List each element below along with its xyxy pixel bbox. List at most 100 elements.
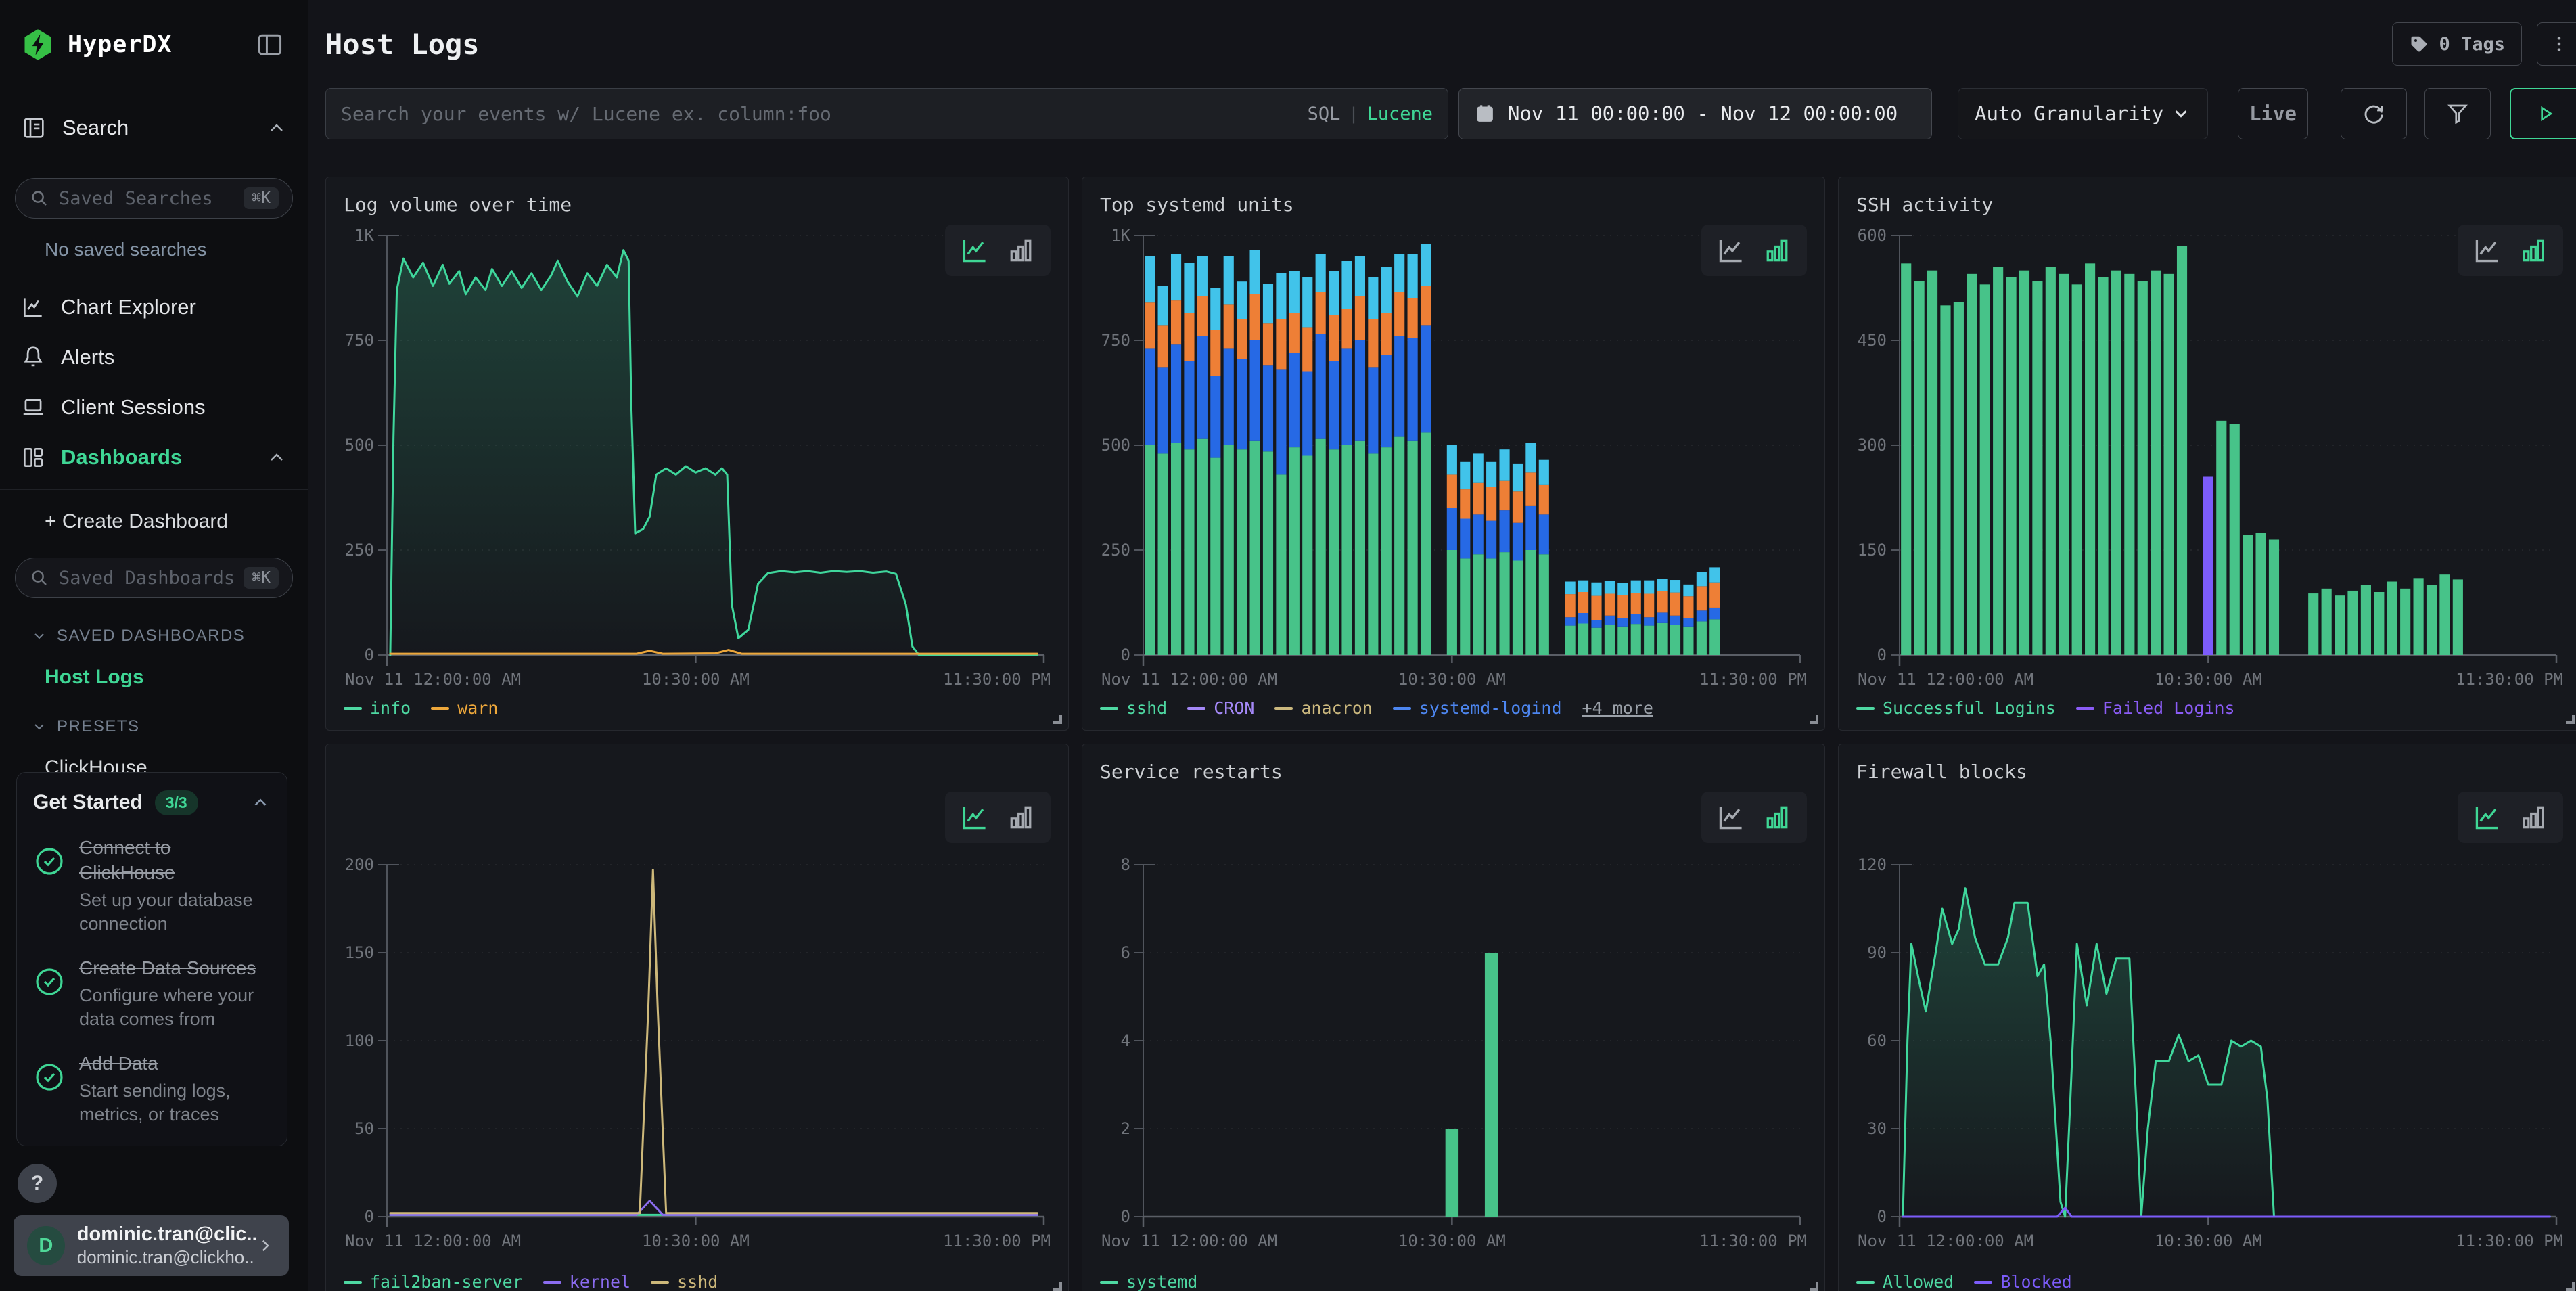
legend-item[interactable]: sshd <box>1100 698 1167 718</box>
saved-dashboards-input-wrap[interactable]: ⌘K <box>15 558 293 598</box>
line-chart-icon[interactable] <box>960 802 990 832</box>
svg-text:750: 750 <box>1101 331 1130 350</box>
resize-handle-icon[interactable] <box>2566 1282 2575 1291</box>
sidebar-item-client-sessions[interactable]: Client Sessions <box>0 384 308 431</box>
checklist-item[interactable]: Create Data Sources Configure where your… <box>33 956 271 1031</box>
resize-handle-icon[interactable] <box>2566 715 2575 724</box>
section-presets[interactable]: PRESETS <box>31 717 308 736</box>
run-query-button[interactable] <box>2510 88 2576 139</box>
legend-item[interactable]: kernel <box>543 1272 630 1291</box>
legend-item[interactable]: Successful Logins <box>1856 698 2056 718</box>
get-started-header[interactable]: Get Started 3/3 <box>33 790 271 815</box>
sidebar-item-label: Client Sessions <box>61 395 206 420</box>
legend-label: fail2ban-server <box>370 1272 523 1291</box>
sidebar-item-alerts[interactable]: Alerts <box>0 334 308 381</box>
legend-item[interactable]: fail2ban-server <box>344 1272 523 1291</box>
date-range-value: Nov 11 00:00:00 - Nov 12 00:00:00 <box>1508 102 1898 125</box>
live-button[interactable]: Live <box>2238 88 2308 139</box>
svg-text:1K: 1K <box>354 226 374 245</box>
legend-item[interactable]: +4 more <box>1582 698 1653 718</box>
resize-handle-icon[interactable] <box>1810 1282 1818 1291</box>
legend-item[interactable]: Failed Logins <box>2076 698 2235 718</box>
section-saved-dashboards[interactable]: SAVED DASHBOARDS <box>31 627 308 646</box>
sidebar-item-search[interactable]: Search <box>0 104 308 152</box>
chart-view-toggle[interactable] <box>945 792 1051 843</box>
resize-handle-icon[interactable] <box>1053 1282 1062 1291</box>
bar-chart-icon[interactable] <box>1006 802 1036 832</box>
date-range-picker[interactable]: Nov 11 00:00:00 - Nov 12 00:00:00 <box>1458 88 1932 139</box>
more-options-button[interactable] <box>2537 22 2576 66</box>
resize-handle-icon[interactable] <box>1810 715 1818 724</box>
bar-chart-icon[interactable] <box>1762 802 1792 832</box>
legend-item[interactable]: Allowed <box>1856 1272 1954 1291</box>
saved-dashboards-input[interactable] <box>59 568 234 589</box>
chevron-up-icon <box>266 447 288 468</box>
line-chart-icon[interactable] <box>960 235 990 265</box>
sidebar-item-label: Search <box>62 116 129 140</box>
svg-text:10:30:00 AM: 10:30:00 AM <box>1398 1231 1506 1250</box>
sidebar-item-dashboards[interactable]: Dashboards <box>0 434 308 481</box>
legend-item[interactable]: Blocked <box>1974 1272 2071 1291</box>
line-chart-icon[interactable] <box>1716 235 1746 265</box>
legend-swatch <box>1856 1281 1874 1284</box>
chart-view-toggle[interactable] <box>1701 792 1807 843</box>
saved-searches-input[interactable] <box>59 188 234 209</box>
legend-item[interactable]: systemd <box>1100 1272 1197 1291</box>
collapse-panel-icon <box>255 30 285 60</box>
legend-swatch <box>543 1281 561 1284</box>
legend-swatch <box>344 707 362 710</box>
chart-plot: 1209060300Nov 11 12:00:00 AM10:30:00 AM1… <box>1856 790 2563 1264</box>
checklist-item[interactable]: Add Data Start sending logs, metrics, or… <box>33 1051 271 1127</box>
resize-handle-icon[interactable] <box>1053 715 1062 724</box>
chevron-right-icon <box>256 1236 275 1256</box>
help-button[interactable]: ? <box>18 1164 57 1203</box>
saved-searches-input-wrap[interactable]: ⌘K <box>15 178 293 219</box>
create-dashboard-button[interactable]: + Create Dashboard <box>45 510 308 533</box>
svg-text:Nov 11 12:00:00 AM: Nov 11 12:00:00 AM <box>1858 670 2033 689</box>
chart-plot: 200150100500Nov 11 12:00:00 AM10:30:00 A… <box>344 790 1051 1264</box>
bar-chart-icon[interactable] <box>1006 235 1036 265</box>
granularity-select[interactable]: Auto Granularity <box>1958 88 2208 139</box>
sidebar-item-host-logs[interactable]: Host Logs <box>45 666 308 689</box>
refresh-button[interactable] <box>2341 88 2407 139</box>
chart-panel: Service restarts 86420Nov 11 12:00:00 AM… <box>1082 744 1825 1291</box>
search-input[interactable] <box>341 103 1297 125</box>
svg-text:11:30:00 PM: 11:30:00 PM <box>2456 1231 2563 1250</box>
checklist-item[interactable]: Connect to ClickHouse Set up your databa… <box>33 836 271 936</box>
chart-view-toggle[interactable] <box>945 225 1051 276</box>
line-chart-icon[interactable] <box>2472 235 2502 265</box>
sidebar-collapse-button[interactable] <box>252 27 288 62</box>
sql-toggle[interactable]: SQL <box>1308 104 1341 124</box>
chart-view-toggle[interactable] <box>2458 792 2563 843</box>
tags-button[interactable]: 0 Tags <box>2392 22 2522 66</box>
svg-text:500: 500 <box>345 436 374 455</box>
lucene-toggle[interactable]: Lucene <box>1366 104 1433 124</box>
legend-label: warn <box>457 698 498 718</box>
chart-view-toggle[interactable] <box>2458 225 2563 276</box>
legend-item[interactable]: CRON <box>1187 698 1254 718</box>
chart-view-toggle[interactable] <box>1701 225 1807 276</box>
shortcut-badge: ⌘K <box>244 187 279 209</box>
svg-text:250: 250 <box>1101 541 1130 560</box>
chart-title: SSH activity <box>1856 194 2563 218</box>
bar-chart-icon[interactable] <box>2518 802 2548 832</box>
legend-item[interactable]: info <box>344 698 411 718</box>
legend-more-link[interactable]: +4 more <box>1582 698 1653 718</box>
legend-item[interactable]: sshd <box>651 1272 718 1291</box>
search-box[interactable]: SQL | Lucene <box>325 88 1448 139</box>
line-chart-icon[interactable] <box>1716 802 1746 832</box>
filter-button[interactable] <box>2424 88 2491 139</box>
legend-item[interactable]: systemd-logind <box>1393 698 1562 718</box>
legend-item[interactable]: anacron <box>1274 698 1372 718</box>
svg-text:0: 0 <box>1877 646 1887 664</box>
svg-text:Nov 11 12:00:00 AM: Nov 11 12:00:00 AM <box>1101 670 1277 689</box>
bar-chart-icon[interactable] <box>2518 235 2548 265</box>
bar-chart-icon[interactable] <box>1762 235 1792 265</box>
sidebar-item-chart-explorer[interactable]: Chart Explorer <box>0 284 308 331</box>
avatar: D <box>27 1226 65 1265</box>
chevron-up-icon[interactable] <box>250 792 271 813</box>
user-profile-card[interactable]: D dominic.tran@clic... dominic.tran@clic… <box>14 1215 289 1276</box>
legend-item[interactable]: warn <box>431 698 498 718</box>
svg-text:0: 0 <box>1877 1207 1887 1226</box>
line-chart-icon[interactable] <box>2472 802 2502 832</box>
